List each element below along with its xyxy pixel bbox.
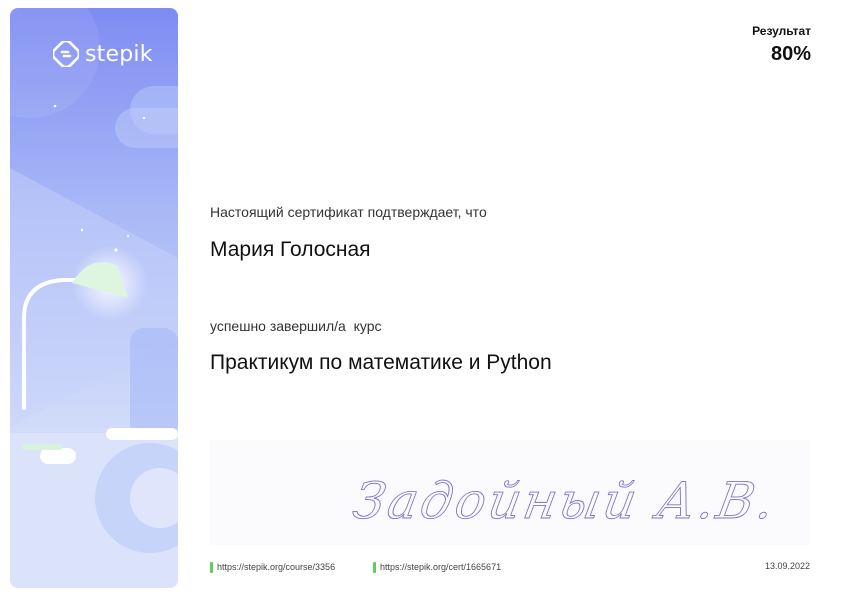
- link-marker-icon: [210, 561, 213, 573]
- link-marker-icon: [373, 561, 376, 573]
- result-block: Результат 80%: [752, 24, 811, 66]
- issue-date: 13.09.2022: [764, 561, 810, 571]
- student-name: Мария Голосная: [210, 238, 371, 261]
- brand-name: stepik: [85, 41, 153, 67]
- handwritten-signature: Задойный А.В.: [349, 471, 782, 530]
- certificate-footer: https://stepik.org/course/3356 https://s…: [210, 560, 810, 576]
- decorative-sidebar: stepik: [10, 8, 178, 588]
- stepik-logo: stepik: [53, 41, 153, 67]
- completion-text: успешно завершил/а курс: [210, 318, 382, 334]
- certificate-link[interactable]: https://stepik.org/cert/1665671: [373, 560, 501, 574]
- signature-area: Задойный А.В.: [210, 440, 810, 545]
- result-value: 80%: [770, 43, 811, 65]
- course-link-text: https://stepik.org/course/3356: [217, 562, 336, 572]
- sidebar-illustration: [10, 8, 178, 588]
- course-title: Практикум по математике и Python: [210, 351, 552, 374]
- certificate-link-text: https://stepik.org/cert/1665671: [380, 562, 502, 572]
- course-link[interactable]: https://stepik.org/course/3356: [210, 560, 335, 574]
- signature-text: Задойный А.В.: [349, 471, 781, 530]
- stepik-logo-icon: [53, 41, 79, 67]
- result-label: Результат: [752, 24, 811, 38]
- certificate-intro: Настоящий сертификат подтверждает, что: [210, 204, 487, 220]
